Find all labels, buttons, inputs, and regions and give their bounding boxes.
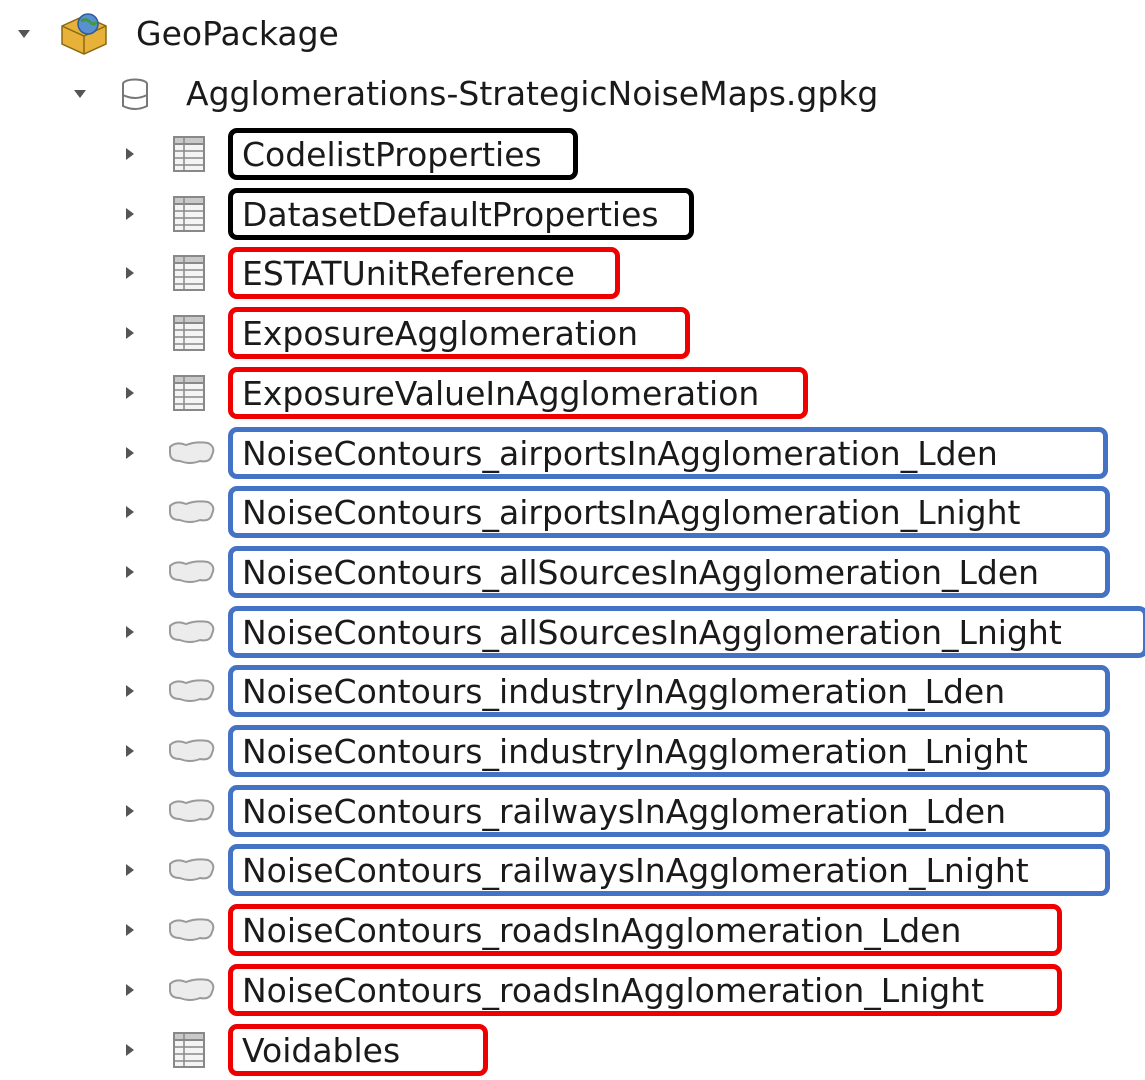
table-icon: [172, 135, 206, 177]
expanded-chevron-icon[interactable]: [68, 82, 92, 106]
tree-item[interactable]: NoiseContours_airportsInAgglomeration_Ld…: [0, 423, 1145, 483]
table-icon: [172, 374, 206, 416]
polygon-feature-class-icon: [166, 677, 218, 709]
tree-item-label: NoiseContours_industryInAgglomeration_Ln…: [242, 732, 1028, 771]
highlight-box: NoiseContours_roadsInAgglomeration_Lden: [228, 904, 1062, 957]
collapsed-chevron-icon[interactable]: [118, 1038, 142, 1062]
tree-item-label: CodelistProperties: [242, 135, 542, 174]
tree-item-label: ExposureAgglomeration: [242, 314, 639, 354]
tree-item-label: NoiseContours_railwaysInAgglomeration_Ln…: [242, 851, 1029, 891]
tree-item[interactable]: NoiseContours_allSourcesInAgglomeration_…: [0, 602, 1145, 662]
tree-item-label: NoiseContours_allSourcesInAgglomeration_…: [242, 612, 1062, 652]
geopackage-label: GeoPackage: [136, 14, 339, 53]
tree-item[interactable]: NoiseContours_railwaysInAgglomeration_Ln…: [0, 840, 1145, 900]
tree-root-geopackage[interactable]: GeoPackage: [0, 4, 1145, 64]
highlight-box: DatasetDefaultProperties: [228, 187, 694, 240]
polygon-feature-class-icon: [166, 737, 218, 769]
database-label: Agglomerations-StrategicNoiseMaps.gpkg: [186, 74, 879, 113]
tree-item-label: NoiseContours_roadsInAgglomeration_Lden: [242, 911, 962, 951]
collapsed-chevron-icon[interactable]: [118, 560, 142, 584]
tree-item[interactable]: DatasetDefaultProperties: [0, 184, 1145, 244]
collapsed-chevron-icon[interactable]: [118, 799, 142, 823]
tree-item-label: NoiseContours_airportsInAgglomeration_Ld…: [242, 433, 998, 473]
tree-item-label: NoiseContours_allSourcesInAgglomeration_…: [242, 552, 1040, 592]
collapsed-chevron-icon[interactable]: [118, 978, 142, 1002]
polygon-feature-class-icon: [166, 439, 218, 471]
collapsed-chevron-icon[interactable]: [118, 679, 142, 703]
tree-item[interactable]: NoiseContours_roadsInAgglomeration_Lden: [0, 900, 1145, 960]
tree-item-label: DatasetDefaultProperties: [242, 194, 659, 234]
collapsed-chevron-icon[interactable]: [118, 321, 142, 345]
polygon-feature-class-icon: [166, 976, 218, 1008]
table-icon: [172, 195, 206, 237]
expanded-chevron-icon[interactable]: [12, 22, 36, 46]
highlight-box: ExposureValueInAgglomeration: [228, 366, 808, 419]
tree-item[interactable]: ExposureAgglomeration: [0, 303, 1145, 363]
highlight-box: NoiseContours_railwaysInAgglomeration_Ln…: [228, 844, 1110, 897]
collapsed-chevron-icon[interactable]: [118, 858, 142, 882]
collapsed-chevron-icon[interactable]: [118, 620, 142, 644]
polygon-feature-class-icon: [166, 916, 218, 948]
highlight-box: NoiseContours_industryInAgglomeration_Ln…: [228, 725, 1110, 777]
tree-item[interactable]: NoiseContours_airportsInAgglomeration_Ln…: [0, 482, 1145, 542]
highlight-box: ESTATUnitReference: [228, 247, 620, 300]
tree-item[interactable]: ESTATUnitReference: [0, 243, 1145, 303]
highlight-box: NoiseContours_industryInAgglomeration_Ld…: [228, 665, 1110, 718]
database-icon: [120, 78, 150, 116]
highlight-box: CodelistProperties: [228, 128, 578, 180]
tree-item[interactable]: NoiseContours_industryInAgglomeration_Ld…: [0, 661, 1145, 721]
table-icon: [172, 254, 206, 296]
tree-item[interactable]: Voidables: [0, 1020, 1145, 1080]
collapsed-chevron-icon[interactable]: [118, 202, 142, 226]
highlight-box: ExposureAgglomeration: [228, 307, 690, 360]
collapsed-chevron-icon[interactable]: [118, 500, 142, 524]
collapsed-chevron-icon[interactable]: [118, 739, 142, 763]
geopackage-icon: [58, 10, 110, 60]
tree-item-database[interactable]: Agglomerations-StrategicNoiseMaps.gpkg: [0, 64, 1145, 124]
collapsed-chevron-icon[interactable]: [118, 381, 142, 405]
highlight-box: NoiseContours_allSourcesInAgglomeration_…: [228, 605, 1145, 658]
tree-item-label: Voidables: [242, 1030, 401, 1070]
tree-item-label: NoiseContours_railwaysInAgglomeration_Ld…: [242, 791, 1007, 831]
tree-item-label: NoiseContours_roadsInAgglomeration_Lnigh…: [242, 970, 985, 1010]
highlight-box: Voidables: [228, 1023, 488, 1076]
tree-item[interactable]: ExposureValueInAgglomeration: [0, 363, 1145, 423]
tree-item-label: NoiseContours_airportsInAgglomeration_Ln…: [242, 493, 1021, 533]
collapsed-chevron-icon[interactable]: [118, 261, 142, 285]
polygon-feature-class-icon: [166, 618, 218, 650]
tree-item[interactable]: NoiseContours_allSourcesInAgglomeration_…: [0, 542, 1145, 602]
collapsed-chevron-icon[interactable]: [118, 142, 142, 166]
tree-item-label: ExposureValueInAgglomeration: [242, 373, 760, 413]
polygon-feature-class-icon: [166, 856, 218, 888]
polygon-feature-class-icon: [166, 558, 218, 590]
table-icon: [172, 1031, 206, 1073]
highlight-box: NoiseContours_railwaysInAgglomeration_Ld…: [228, 784, 1110, 837]
tree-item[interactable]: CodelistProperties: [0, 124, 1145, 184]
highlight-box: NoiseContours_airportsInAgglomeration_Ld…: [228, 426, 1108, 479]
highlight-box: NoiseContours_airportsInAgglomeration_Ln…: [228, 486, 1110, 539]
table-icon: [172, 314, 206, 356]
highlight-box: NoiseContours_roadsInAgglomeration_Lnigh…: [228, 963, 1062, 1016]
polygon-feature-class-icon: [166, 797, 218, 829]
collapsed-chevron-icon[interactable]: [118, 918, 142, 942]
tree-item-label: ESTATUnitReference: [242, 254, 575, 294]
tree-item[interactable]: NoiseContours_roadsInAgglomeration_Lnigh…: [0, 960, 1145, 1020]
polygon-feature-class-icon: [166, 498, 218, 530]
collapsed-chevron-icon[interactable]: [118, 441, 142, 465]
tree-item-label: NoiseContours_industryInAgglomeration_Ld…: [242, 672, 1006, 712]
tree-item[interactable]: NoiseContours_railwaysInAgglomeration_Ld…: [0, 781, 1145, 841]
highlight-box: NoiseContours_allSourcesInAgglomeration_…: [228, 545, 1110, 598]
tree-item[interactable]: NoiseContours_industryInAgglomeration_Ln…: [0, 721, 1145, 781]
